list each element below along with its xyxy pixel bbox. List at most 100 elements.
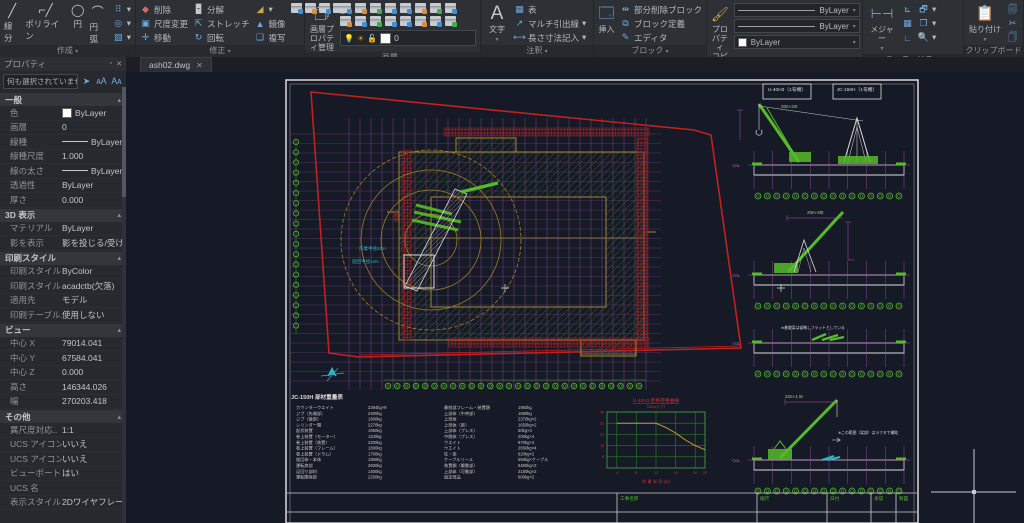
- property-value[interactable]: ByLayer: [62, 166, 126, 176]
- modify-grid-icon[interactable]: [319, 3, 330, 13]
- paste-button[interactable]: 📋 貼り付け▾: [968, 3, 1002, 45]
- rectangle-array-tool[interactable]: ⠿▾: [113, 3, 131, 16]
- palette-section-header[interactable]: 3D 表示▴: [0, 208, 126, 222]
- property-value[interactable]: はい: [62, 467, 126, 479]
- modify-grid-icon[interactable]: [291, 3, 302, 13]
- property-row[interactable]: ビューポートに..はい: [0, 467, 126, 482]
- panel-label-block[interactable]: ブロック ▾: [594, 45, 706, 57]
- mirror-tool[interactable]: ▲鏡像: [255, 17, 286, 30]
- layer-state-icon[interactable]: [385, 3, 396, 13]
- property-row[interactable]: マテリアルByLayer: [0, 222, 126, 237]
- layer-state-icon[interactable]: [340, 3, 351, 13]
- linear-dimension-tool[interactable]: ⟷長さ寸法記入 ▾: [514, 31, 586, 44]
- angle-tool[interactable]: ∟: [902, 31, 913, 44]
- property-value[interactable]: 1.000: [62, 151, 126, 161]
- block-define-tool[interactable]: ⧉ブロック定義: [620, 17, 702, 30]
- layer-state-icon[interactable]: [340, 16, 351, 26]
- drawing-canvas[interactable]: 仮囲い 作業半径20m 旋回半径12m U-40H3（1号機）: [126, 72, 1024, 523]
- property-value[interactable]: 67584.041: [62, 353, 126, 363]
- selection-dropdown[interactable]: 何も選択されていませ...: [3, 74, 78, 89]
- property-value[interactable]: ByColor: [62, 266, 126, 276]
- scale-tool[interactable]: ▣尺度変更: [140, 17, 188, 30]
- property-row[interactable]: 厚さ0.000: [0, 193, 126, 208]
- layer-dropdown[interactable]: 💡 ☀ 🔓 0: [340, 30, 476, 46]
- panel-label-modify[interactable]: 修正 ▾: [136, 45, 304, 57]
- property-row[interactable]: 線種尺度1.000: [0, 150, 126, 165]
- line-tool[interactable]: ╱線分: [4, 3, 20, 44]
- layer-state-icon[interactable]: [430, 16, 441, 26]
- layer-state-icon[interactable]: [370, 16, 381, 26]
- property-row[interactable]: 印刷スタイル ..acadctb(欠落): [0, 279, 126, 294]
- property-row[interactable]: 幅270203.418: [0, 395, 126, 410]
- document-tab[interactable]: ash02.dwg ✕: [140, 57, 212, 72]
- palette-close-icon[interactable]: ✕: [116, 60, 122, 68]
- color-dropdown[interactable]: ByLayer▾: [734, 35, 860, 49]
- property-value[interactable]: acadctb(欠落): [62, 280, 126, 292]
- modify-grid-icon[interactable]: [305, 3, 316, 13]
- tab-close-icon[interactable]: ✕: [196, 61, 203, 70]
- insert-button[interactable]: 🗔 挿入: [598, 3, 615, 34]
- property-value[interactable]: 使用しない: [62, 309, 126, 321]
- property-row[interactable]: 線種ByLayer: [0, 135, 126, 150]
- block-editor-tool[interactable]: ✎エディタ: [620, 31, 702, 44]
- linetype-dropdown[interactable]: ByLayer▾: [734, 19, 860, 33]
- property-row[interactable]: 中心 Z0.000: [0, 366, 126, 381]
- paste-special-tool[interactable]: 🗍: [1007, 31, 1018, 44]
- layer-state-icon[interactable]: [370, 3, 381, 13]
- property-value[interactable]: 270203.418: [62, 396, 126, 406]
- fillet-tool[interactable]: ◢▾: [255, 3, 286, 16]
- table-tool[interactable]: ▦表: [514, 3, 586, 16]
- property-value[interactable]: ByLayer: [62, 108, 126, 118]
- property-value[interactable]: 2Dワイヤフレーム: [62, 496, 126, 508]
- panel-label-clipboard[interactable]: クリップボード: [964, 45, 1023, 57]
- erase-tool[interactable]: ◆削除: [140, 3, 188, 16]
- property-value[interactable]: 0.000: [62, 195, 126, 205]
- property-row[interactable]: 中心 Y67584.041: [0, 351, 126, 366]
- text-button[interactable]: A 文字▾: [485, 3, 509, 45]
- arc-tool[interactable]: ⌒円弧: [89, 3, 105, 45]
- property-row[interactable]: 表示スタイル2Dワイヤフレーム: [0, 496, 126, 511]
- move-tool[interactable]: ✛移動: [140, 31, 188, 44]
- layer-state-icon[interactable]: [430, 3, 441, 13]
- palette-section-header[interactable]: その他▴: [0, 409, 126, 423]
- layer-state-icon[interactable]: [445, 3, 456, 13]
- property-value[interactable]: 0: [62, 122, 126, 132]
- circle-tool[interactable]: ◯円: [71, 3, 84, 30]
- property-row[interactable]: UCS アイコン..いいえ: [0, 438, 126, 453]
- property-value[interactable]: いいえ: [62, 453, 126, 465]
- find-tool[interactable]: 🔍▾: [918, 31, 936, 44]
- property-row[interactable]: 高さ146344.026: [0, 380, 126, 395]
- property-value[interactable]: 146344.026: [62, 382, 126, 392]
- property-value[interactable]: ByLayer: [62, 180, 126, 190]
- palette-pin-icon[interactable]: ▫: [110, 60, 112, 68]
- copy-clip-tool[interactable]: 🗐: [1007, 3, 1018, 16]
- hatch-tool[interactable]: ▨▾: [113, 31, 131, 44]
- panel-label-annotate[interactable]: 注釈 ▾: [481, 45, 593, 57]
- calculator-tool[interactable]: ▦: [902, 17, 913, 30]
- multileader-tool[interactable]: ↗マルチ引出線 ▾: [514, 17, 586, 30]
- quick-select-icon[interactable]: 🗚: [95, 75, 108, 88]
- property-value[interactable]: 1:1: [62, 425, 126, 435]
- layer-state-icon[interactable]: [445, 16, 456, 26]
- rotate-tool[interactable]: ↻回転: [193, 31, 250, 44]
- property-row[interactable]: 印刷スタイルByColor: [0, 265, 126, 280]
- measure-button[interactable]: ⊢⊣ メジャー▾: [867, 3, 897, 54]
- polyline-tool[interactable]: ⌐╱ポリライン: [25, 3, 66, 42]
- property-row[interactable]: 影を表示影を投じる/受ける: [0, 236, 126, 251]
- property-value[interactable]: 79014.041: [62, 338, 126, 348]
- property-row[interactable]: UCS 名: [0, 481, 126, 496]
- stretch-tool[interactable]: ⇱ストレッチ: [193, 17, 250, 30]
- layer-state-icon[interactable]: [415, 16, 426, 26]
- select-objects-icon[interactable]: ➤: [80, 75, 93, 88]
- lineweight-dropdown[interactable]: ByLayer▾: [734, 3, 860, 17]
- property-value[interactable]: モデル: [62, 294, 126, 306]
- copy-tool[interactable]: ❏複写: [255, 31, 286, 44]
- property-row[interactable]: 画層0: [0, 121, 126, 136]
- property-row[interactable]: 色ByLayer: [0, 106, 126, 121]
- layer-state-icon[interactable]: [415, 3, 426, 13]
- property-row[interactable]: 透過性ByLayer: [0, 179, 126, 194]
- quickselect-tool[interactable]: 🗗▾: [918, 3, 936, 16]
- property-row[interactable]: 線の太さByLayer: [0, 164, 126, 179]
- palette-section-header[interactable]: ビュー▴: [0, 323, 126, 337]
- layer-state-icon[interactable]: [385, 16, 396, 26]
